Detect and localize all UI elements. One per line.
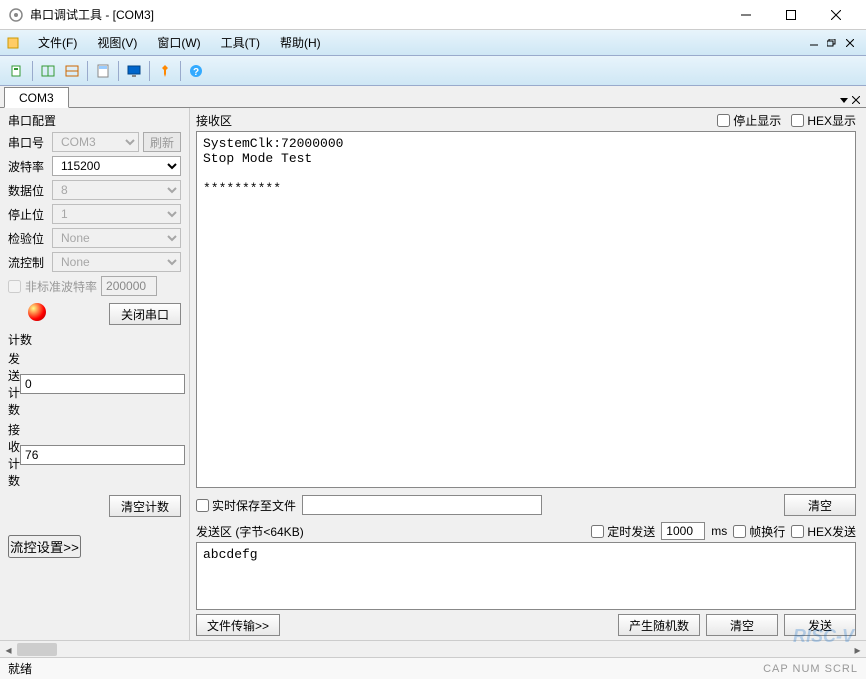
clear-tx-button[interactable]: 清空 xyxy=(706,614,778,636)
rx-textarea[interactable]: SystemClk:72000000 Stop Mode Test ******… xyxy=(196,131,856,488)
clear-rx-button[interactable]: 清空 xyxy=(784,494,856,516)
recv-count-label: 接收计数 xyxy=(8,421,20,489)
mdi-restore-button[interactable] xyxy=(824,36,840,50)
rx-title: 接收区 xyxy=(196,112,232,129)
maximize-button[interactable] xyxy=(768,1,813,29)
tab-dropdown-icon[interactable] xyxy=(840,93,848,107)
pause-checkbox[interactable] xyxy=(717,114,730,127)
close-port-button[interactable]: 关闭串口 xyxy=(109,303,181,325)
timed-checkbox[interactable] xyxy=(591,525,604,538)
hex-display-option[interactable]: HEX显示 xyxy=(791,112,856,129)
tx-title: 发送区 (字节<64KB) xyxy=(196,523,304,540)
file-transfer-button[interactable]: 文件传输>> xyxy=(196,614,280,636)
tab-com3[interactable]: COM3 xyxy=(4,87,69,108)
toolbar-layout2-icon[interactable] xyxy=(61,60,83,82)
close-button[interactable] xyxy=(813,1,858,29)
stopbits-select[interactable]: 1 xyxy=(52,204,181,224)
baud-select[interactable]: 115200 xyxy=(52,156,181,176)
stopbits-label: 停止位 xyxy=(8,206,52,223)
recv-count-input[interactable] xyxy=(20,445,185,465)
save-path-input[interactable] xyxy=(302,495,542,515)
timed-send-option[interactable]: 定时发送 xyxy=(591,523,655,540)
menu-app-icon xyxy=(4,34,22,52)
baud-label: 波特率 xyxy=(8,158,52,175)
send-count-input[interactable] xyxy=(20,374,185,394)
toolbar-layout1-icon[interactable] xyxy=(37,60,59,82)
status-text: 就绪 xyxy=(8,660,32,677)
tab-close-icon[interactable] xyxy=(852,93,860,107)
save-checkbox[interactable] xyxy=(196,499,209,512)
toolbar-calc-icon[interactable] xyxy=(92,60,114,82)
port-label: 串口号 xyxy=(8,134,52,151)
toolbar-new-icon[interactable] xyxy=(6,60,28,82)
mdi-minimize-button[interactable] xyxy=(806,36,822,50)
nonstd-label: 非标准波特率 xyxy=(25,278,97,295)
send-button[interactable]: 发送 xyxy=(784,614,856,636)
menu-tool[interactable]: 工具(T) xyxy=(211,30,270,55)
statusbar: 就绪 CAP NUM SCRL xyxy=(0,657,866,679)
horizontal-scrollbar[interactable]: ◂ ▸ xyxy=(0,640,866,657)
window-title: 串口调试工具 - [COM3] xyxy=(30,6,723,23)
counter-title: 计数 xyxy=(8,331,181,348)
tab-strip: COM3 xyxy=(0,86,866,108)
databits-label: 数据位 xyxy=(8,182,52,199)
config-panel: 串口配置 串口号 COM3 刷新 波特率 115200 数据位 8 停止位 1 … xyxy=(0,108,190,640)
save-to-file-option[interactable]: 实时保存至文件 xyxy=(196,497,296,514)
toolbar-monitor-icon[interactable] xyxy=(123,60,145,82)
config-title: 串口配置 xyxy=(8,112,181,129)
flow-select[interactable]: None xyxy=(52,252,181,272)
toolbar-help-icon[interactable]: ? xyxy=(185,60,207,82)
menu-help[interactable]: 帮助(H) xyxy=(270,30,331,55)
menubar: 文件(F) 视图(V) 窗口(W) 工具(T) 帮助(H) xyxy=(0,30,866,56)
databits-select[interactable]: 8 xyxy=(52,180,181,200)
hex-send-option[interactable]: HEX发送 xyxy=(791,523,856,540)
ms-label: ms xyxy=(711,524,727,538)
titlebar: 串口调试工具 - [COM3] xyxy=(0,0,866,30)
nonstd-input[interactable] xyxy=(101,276,157,296)
send-count-label: 发送计数 xyxy=(8,350,20,418)
scroll-thumb[interactable] xyxy=(17,643,57,656)
hex-tx-checkbox[interactable] xyxy=(791,525,804,538)
wrap-checkbox[interactable] xyxy=(733,525,746,538)
toolbar-pin-icon[interactable] xyxy=(154,60,176,82)
flow-label: 流控制 xyxy=(8,254,52,271)
flow-settings-button[interactable]: 流控设置>> xyxy=(8,535,81,558)
menu-view[interactable]: 视图(V) xyxy=(87,30,147,55)
menu-window[interactable]: 窗口(W) xyxy=(147,30,210,55)
rx-tx-panel: 接收区 停止显示 HEX显示 SystemClk:72000000 Stop M… xyxy=(190,108,866,640)
interval-input[interactable] xyxy=(661,522,705,540)
hex-rx-checkbox[interactable] xyxy=(791,114,804,127)
clear-count-button[interactable]: 清空计数 xyxy=(109,495,181,517)
svg-text:?: ? xyxy=(193,67,199,78)
scroll-right-icon[interactable]: ▸ xyxy=(849,641,866,658)
random-button[interactable]: 产生随机数 xyxy=(618,614,700,636)
minimize-button[interactable] xyxy=(723,1,768,29)
status-light-icon xyxy=(28,303,46,321)
pause-display-option[interactable]: 停止显示 xyxy=(717,112,781,129)
tx-textarea[interactable] xyxy=(196,542,856,610)
parity-select[interactable]: None xyxy=(52,228,181,248)
menu-file[interactable]: 文件(F) xyxy=(28,30,87,55)
frame-wrap-option[interactable]: 帧换行 xyxy=(733,523,785,540)
port-select[interactable]: COM3 xyxy=(52,132,139,152)
app-icon xyxy=(8,7,24,23)
parity-label: 检验位 xyxy=(8,230,52,247)
mdi-close-button[interactable] xyxy=(842,36,858,50)
toolbar: ? xyxy=(0,56,866,86)
refresh-button[interactable]: 刷新 xyxy=(143,132,181,152)
scroll-left-icon[interactable]: ◂ xyxy=(0,641,17,658)
nonstd-checkbox[interactable] xyxy=(8,280,21,293)
